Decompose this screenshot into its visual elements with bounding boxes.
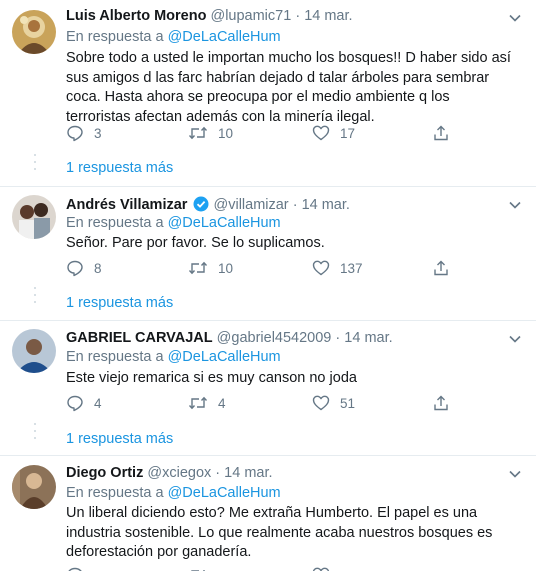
separator-dot: · [335, 330, 341, 346]
like-count: 137 [340, 260, 363, 276]
share-button[interactable] [432, 258, 460, 278]
retweet-count: 4 [218, 395, 226, 411]
reply-icon [67, 125, 83, 142]
tweet-text: Este viejo remarica si es muy canson no … [66, 370, 357, 386]
reply-mention[interactable]: @DeLaCalleHum [168, 485, 281, 501]
like-button[interactable]: 137 [312, 258, 363, 278]
retweet-icon [191, 570, 205, 571]
reply-prefix: En respuesta a [66, 349, 164, 365]
tweet-card[interactable]: Diego Ortiz @xciegox · 14 mar. En respue… [0, 456, 536, 571]
tweet-card[interactable]: GABRIEL CARVAJAL @gabriel4542009 · 14 ma… [0, 321, 536, 455]
retweet-count: 10 [218, 125, 234, 141]
retweet-count: 10 [218, 260, 234, 276]
tweet-actions: 3 10 17 [66, 123, 466, 143]
reply-context: En respuesta a @DeLaCalleHum [66, 349, 281, 365]
thread-dots [34, 423, 36, 439]
show-more-replies[interactable]: 1 respuesta más [66, 431, 173, 447]
chevron-down-icon[interactable] [508, 332, 522, 346]
tweet-header: Andrés Villamizar @villamizar · 14 mar. [66, 196, 350, 213]
heart-icon [312, 395, 330, 411]
reply-mention[interactable]: @DeLaCalleHum [168, 215, 281, 231]
author-name[interactable]: GABRIEL CARVAJAL [66, 330, 213, 346]
reply-count: 4 [94, 395, 102, 411]
tweet-text: Un liberal diciendo esto? Me extraña Hum… [66, 505, 493, 560]
tweet-date[interactable]: 14 mar. [344, 330, 392, 346]
avatar[interactable] [12, 10, 56, 54]
reply-count: 3 [94, 125, 102, 141]
separator-dot: · [295, 8, 301, 24]
tweet-header: Luis Alberto Moreno @lupamic71 · 14 mar. [66, 8, 353, 24]
retweet-icon [188, 261, 208, 275]
reply-button[interactable]: 8 [66, 258, 102, 278]
reply-mention[interactable]: @DeLaCalleHum [168, 349, 281, 365]
author-handle[interactable]: @xciegox [147, 465, 211, 481]
heart-icon [312, 125, 330, 141]
author-name[interactable]: Diego Ortiz [66, 465, 143, 481]
tweet-date[interactable]: 14 mar. [224, 465, 272, 481]
tweet-actions [66, 565, 466, 571]
share-icon [434, 125, 448, 141]
reply-button[interactable]: 3 [66, 123, 102, 143]
share-button[interactable] [432, 393, 460, 413]
reply-icon [67, 260, 83, 277]
like-button[interactable]: 51 [312, 393, 355, 413]
tweet-card[interactable]: Luis Alberto Moreno @lupamic71 · 14 mar.… [0, 0, 536, 186]
separator-dot: · [292, 197, 298, 213]
tweet-date[interactable]: 14 mar. [304, 8, 352, 24]
reply-mention[interactable]: @DeLaCalleHum [168, 29, 281, 45]
avatar[interactable] [12, 329, 56, 373]
author-handle[interactable]: @gabriel4542009 [217, 330, 332, 346]
reply-button[interactable] [66, 565, 94, 571]
share-icon [434, 395, 448, 411]
tweet-header: GABRIEL CARVAJAL @gabriel4542009 · 14 ma… [66, 330, 393, 346]
chevron-down-icon[interactable] [508, 198, 522, 212]
tweet-card[interactable]: Andrés Villamizar @villamizar · 14 mar. … [0, 187, 536, 320]
tweet-actions: 4 4 51 [66, 393, 466, 413]
tweet-text: Sobre todo a usted le importan mucho los… [66, 50, 511, 125]
share-icon [434, 260, 448, 276]
replies-feed: Luis Alberto Moreno @lupamic71 · 14 mar.… [0, 0, 536, 571]
share-button[interactable] [432, 123, 460, 143]
retweet-button[interactable]: 10 [188, 123, 233, 143]
separator-dot: · [215, 465, 221, 481]
reply-prefix: En respuesta a [66, 29, 164, 45]
reply-icon [67, 395, 83, 412]
show-more-replies[interactable]: 1 respuesta más [66, 160, 173, 176]
avatar[interactable] [12, 465, 56, 509]
reply-context: En respuesta a @DeLaCalleHum [66, 29, 281, 45]
reply-context: En respuesta a @DeLaCalleHum [66, 485, 281, 501]
reply-count: 8 [94, 260, 102, 276]
chevron-down-icon[interactable] [508, 467, 522, 481]
like-count: 17 [340, 125, 356, 141]
author-name[interactable]: Andrés Villamizar [66, 197, 187, 213]
retweet-icon [188, 396, 208, 410]
avatar[interactable] [12, 195, 56, 239]
tweet-header: Diego Ortiz @xciegox · 14 mar. [66, 465, 273, 481]
like-button[interactable] [312, 565, 340, 571]
heart-icon [312, 260, 330, 276]
retweet-button[interactable] [188, 565, 218, 571]
thread-dots [34, 287, 36, 303]
tweet-text: Señor. Pare por favor. Se lo suplicamos. [66, 235, 325, 251]
tweet-date[interactable]: 14 mar. [302, 197, 350, 213]
retweet-button[interactable]: 4 [188, 393, 226, 413]
retweet-button[interactable]: 10 [188, 258, 233, 278]
reply-icon [68, 567, 82, 571]
tweet-actions: 8 10 137 [66, 258, 466, 278]
chevron-down-icon[interactable] [508, 11, 522, 25]
verified-badge-icon [193, 196, 209, 212]
thread-dots [34, 154, 36, 170]
author-handle[interactable]: @lupamic71 [210, 8, 291, 24]
reply-context: En respuesta a @DeLaCalleHum [66, 215, 281, 231]
like-count: 51 [340, 395, 356, 411]
author-name[interactable]: Luis Alberto Moreno [66, 8, 206, 24]
like-button[interactable]: 17 [312, 123, 355, 143]
heart-icon [312, 567, 330, 571]
reply-button[interactable]: 4 [66, 393, 102, 413]
reply-prefix: En respuesta a [66, 485, 164, 501]
reply-prefix: En respuesta a [66, 215, 164, 231]
show-more-replies[interactable]: 1 respuesta más [66, 295, 173, 311]
retweet-icon [188, 126, 208, 140]
author-handle[interactable]: @villamizar [214, 197, 289, 213]
